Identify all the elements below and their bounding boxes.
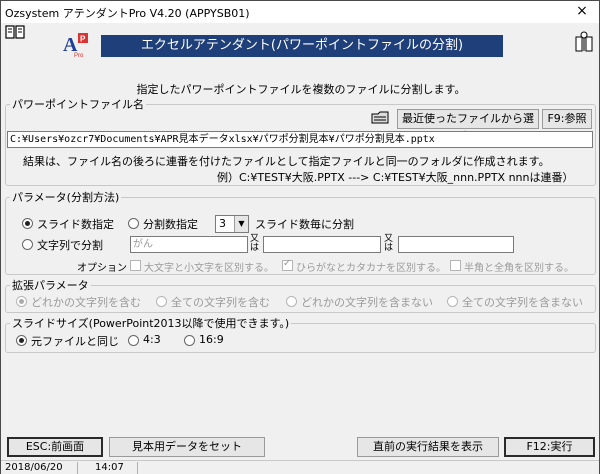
status-separator	[77, 462, 78, 474]
split-text-1[interactable]: がん	[130, 236, 248, 253]
slide-count-value: 3	[219, 217, 226, 230]
kana-checkbox[interactable]	[282, 258, 293, 271]
chevron-down-icon[interactable]: ▼	[234, 216, 248, 232]
description-text: 指定したパワーポイントファイルを複数のファイルに分割します。	[136, 83, 466, 96]
file-path-input[interactable]: C:¥Users¥ozcr7¥Documents¥APR見本データxlsx¥パワ…	[7, 131, 593, 148]
slide-count-radio[interactable]	[22, 218, 33, 229]
result-note: 結果は、ファイル名の後ろに連番を付けたファイルとして指定ファイルと同一のフォルダ…	[23, 155, 550, 168]
or-label-2: 又は	[384, 234, 394, 253]
page-title-banner: エクセルアテンダント(パワーポイントファイルの分割)	[101, 35, 503, 57]
options-label: オプション	[77, 263, 127, 274]
close-button[interactable]: ×	[565, 1, 599, 23]
size-original-label: 元ファイルと同じ	[31, 335, 119, 348]
status-date: 2018/06/20	[5, 462, 63, 473]
width-label: 半角と全角を区別する。	[464, 263, 574, 274]
app-logo-icon: A P Pro	[63, 33, 88, 59]
example-text: 例）C:¥TEST¥大阪.PPTX ---> C:¥TEST¥大阪_nnn.PP…	[217, 171, 574, 184]
size-169-radio[interactable]	[184, 335, 195, 346]
book-icon[interactable]	[5, 25, 25, 39]
not-all-label: 全ての文字列を含まない	[462, 296, 583, 309]
case-checkbox[interactable]	[130, 260, 141, 271]
slide-count-select[interactable]: 3 ▼	[215, 215, 249, 233]
svg-text:P: P	[80, 35, 86, 44]
help-book-icon[interactable]	[574, 31, 594, 53]
not-all-radio[interactable]	[447, 296, 458, 307]
run-button[interactable]: F12:実行	[504, 437, 595, 457]
extended-legend: 拡張パラメータ	[12, 279, 89, 292]
slide-count-label: スライド数指定	[37, 218, 114, 231]
split-text-2[interactable]	[263, 236, 381, 253]
svg-text:Pro: Pro	[74, 53, 84, 59]
previous-result-button[interactable]: 直前の実行結果を表示	[357, 437, 499, 457]
status-time: 14:07	[95, 462, 124, 473]
size-original-radio[interactable]	[16, 335, 27, 346]
file-section-legend: パワーポイントファイル名	[12, 98, 144, 111]
text-split-label: 文字列で分割	[37, 239, 103, 252]
split-count-label: 分割数指定	[143, 218, 198, 231]
app-window: Ozsystem アテンダントPro V4.20 (APPYSB01) × A …	[0, 0, 600, 474]
any-contains-label: どれかの文字列を含む	[31, 296, 141, 309]
size-169-label: 16:9	[199, 333, 224, 346]
any-contains-radio[interactable]	[16, 296, 27, 307]
window-title: Ozsystem アテンダントPro V4.20 (APPYSB01)	[5, 7, 250, 20]
folder-icon	[371, 111, 389, 124]
esc-back-button[interactable]: ESC:前画面	[7, 437, 103, 457]
status-separator	[137, 462, 138, 474]
not-any-radio[interactable]	[286, 296, 297, 307]
params-legend: パラメータ(分割方法)	[12, 191, 120, 204]
width-checkbox[interactable]	[450, 260, 461, 271]
kana-label: ひらがなとカタカナを区別する。	[296, 263, 446, 274]
size-43-label: 4:3	[143, 333, 161, 346]
status-bar: 2018/06/20 14:07	[1, 460, 599, 474]
split-text-3[interactable]	[398, 236, 514, 253]
case-label: 大文字と小文字を区別する。	[144, 263, 274, 274]
browse-button[interactable]: F9:参照	[542, 109, 592, 129]
size-43-radio[interactable]	[128, 335, 139, 346]
recent-files-button[interactable]: 最近使ったファイルから選択	[397, 109, 539, 143]
all-contains-label: 全ての文字列を含む	[171, 296, 270, 309]
per-slide-label: スライド数毎に分割	[255, 218, 354, 231]
text-split-radio[interactable]	[22, 239, 33, 250]
all-contains-radio[interactable]	[156, 296, 167, 307]
or-label-1: 又は	[250, 234, 260, 253]
sample-data-button[interactable]: 見本用データをセット	[109, 437, 265, 457]
title-bar: Ozsystem アテンダントPro V4.20 (APPYSB01) ×	[1, 1, 599, 23]
split-count-radio[interactable]	[128, 218, 139, 229]
slide-size-legend: スライドサイズ(PowerPoint2013以降で使用できます。)	[12, 317, 290, 330]
not-any-label: どれかの文字列を含まない	[301, 296, 433, 309]
